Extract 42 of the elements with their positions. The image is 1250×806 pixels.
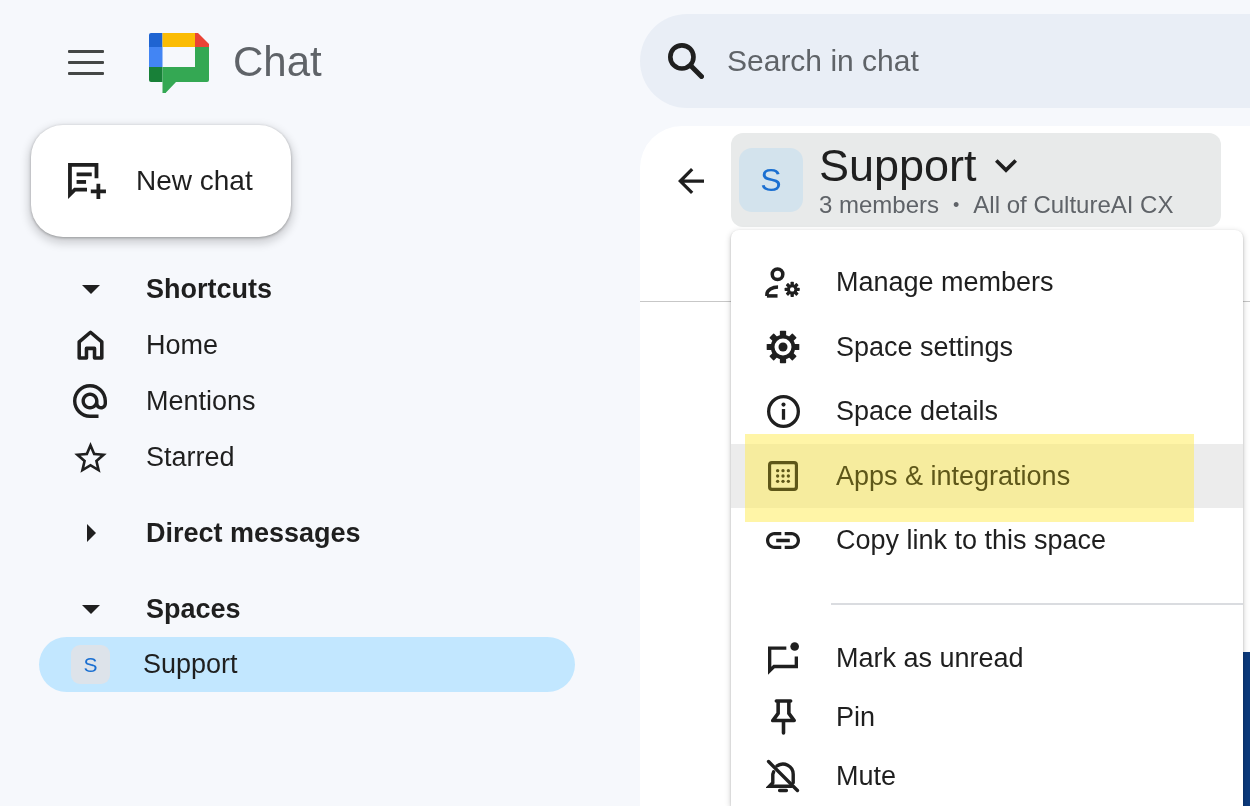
star-icon xyxy=(73,441,107,473)
chevron-down-icon xyxy=(994,159,1017,173)
space-avatar: S xyxy=(739,148,803,212)
menu-item[interactable]: Mute xyxy=(731,746,1243,806)
grid-icon xyxy=(768,460,798,491)
member-count: 3 members xyxy=(819,190,940,220)
menu-item[interactable]: Copy link to this space xyxy=(731,508,1243,573)
slashed-bell-icon xyxy=(766,759,800,793)
nav-item[interactable]: Starred xyxy=(39,429,575,485)
menu-item[interactable]: Space settings xyxy=(731,314,1243,379)
menu-item[interactable]: Apps & integrations xyxy=(731,443,1243,508)
at-sign-icon xyxy=(73,384,107,418)
section-toggle[interactable]: Shortcuts xyxy=(39,261,280,317)
menu-item[interactable]: Manage members xyxy=(731,250,1243,315)
section-toggle[interactable]: Direct messages xyxy=(39,505,369,561)
settings-icon xyxy=(766,329,800,364)
nav-item[interactable]: Home xyxy=(39,317,575,373)
search-field[interactable]: Search in chat xyxy=(640,14,1250,108)
app-title: Chat xyxy=(233,39,322,86)
person-gear-icon xyxy=(765,266,801,298)
bubble-logo-icon xyxy=(149,32,209,93)
space-name: Support xyxy=(819,141,977,191)
section-toggle[interactable]: Spaces xyxy=(39,581,249,637)
menu-item[interactable]: Mark as unread xyxy=(731,628,1243,688)
chat-unread-icon xyxy=(767,641,799,675)
pin-icon xyxy=(770,699,796,735)
home-icon xyxy=(76,330,104,360)
chat-plus-icon xyxy=(68,163,106,199)
info-icon xyxy=(766,394,800,428)
space-avatar: S xyxy=(71,645,110,684)
new-chat-button[interactable]: New chat xyxy=(31,125,291,237)
space-item[interactable]: S Support xyxy=(39,637,575,692)
back-arrow-icon xyxy=(678,168,704,194)
audience-label: All of CultureAI CX xyxy=(973,190,1174,220)
menu-item[interactable]: Space details xyxy=(731,379,1243,444)
menu-icon xyxy=(68,50,104,75)
menu-item[interactable]: Pin xyxy=(731,687,1243,747)
space-title-button[interactable]: S Support 3 members • All of CultureAI CX xyxy=(731,133,1221,227)
separator-dot: • xyxy=(953,193,960,217)
search-icon xyxy=(668,43,704,79)
link-icon xyxy=(766,531,800,549)
nav-item[interactable]: Mentions xyxy=(39,373,575,429)
